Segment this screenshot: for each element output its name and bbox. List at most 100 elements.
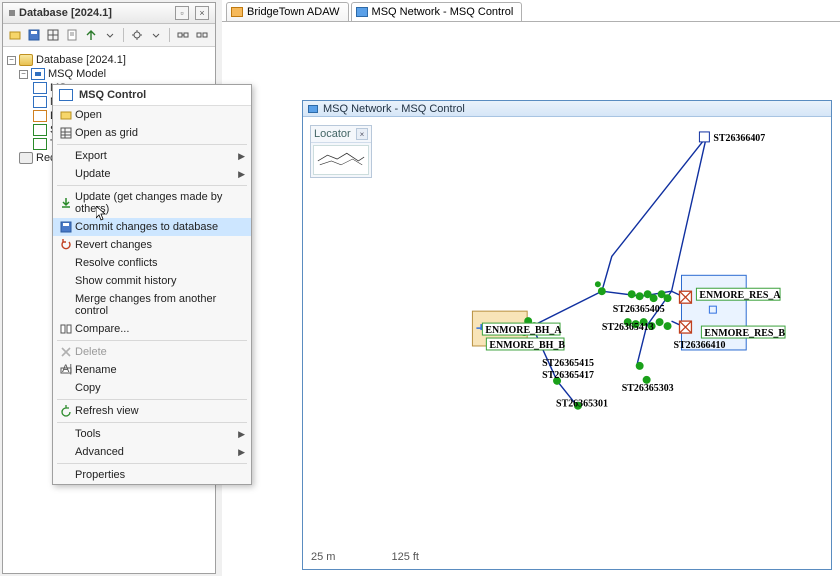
scale-right: 125 ft [391, 551, 419, 563]
tree-label: MSQ Model [48, 68, 106, 80]
item-icon [33, 138, 47, 150]
menu-item-label: Merge changes from another control [75, 293, 235, 317]
node-label: ENMORE_RES_B [704, 328, 785, 339]
menu-item-label: Resolve conflicts [75, 257, 235, 269]
network-icon [33, 82, 47, 94]
toolbar-dropdown2-icon[interactable] [148, 27, 164, 43]
menu-item-label: Rename [75, 364, 235, 376]
scale-bar: 25 m 125 ft [311, 551, 419, 563]
tree-root[interactable]: − Database [2024.1] [7, 53, 211, 67]
menu-item-label: Commit changes to database [75, 221, 235, 233]
compare-icon [57, 323, 75, 335]
menu-separator [57, 144, 247, 145]
toolbar-tools-icon[interactable] [129, 27, 145, 43]
toolbar-save-icon[interactable] [26, 27, 42, 43]
document-icon [356, 7, 368, 17]
menu-item-update[interactable]: Update▶ [53, 165, 251, 183]
menu-item-properties[interactable]: Properties [53, 466, 251, 484]
node-label: ENMORE_BH_A [485, 325, 562, 336]
tree-model[interactable]: − MSQ Model [7, 67, 211, 81]
node-label: ST26365415 [542, 358, 594, 369]
toolbar-separator [169, 28, 170, 42]
menu-item-label: Update (get changes made by others) [75, 191, 235, 215]
panel-toolbar [3, 24, 215, 47]
menu-item-export[interactable]: Export▶ [53, 147, 251, 165]
context-menu-title: MSQ Control [79, 89, 146, 101]
tab-bridgetown[interactable]: BridgeTown ADAW [226, 2, 349, 21]
network-icon [33, 96, 47, 108]
menu-item-advanced[interactable]: Advanced▶ [53, 443, 251, 461]
menu-item-label: Show commit history [75, 275, 235, 287]
menu-item-revert-changes[interactable]: Revert changes [53, 236, 251, 254]
tab-label: MSQ Network - MSQ Control [372, 6, 514, 18]
tree-label: Database [2024.1] [36, 54, 126, 66]
document-tabs: BridgeTown ADAW MSQ Network - MSQ Contro… [222, 0, 840, 22]
toolbar-export-icon[interactable] [83, 27, 99, 43]
window-titlebar[interactable]: MSQ Network - MSQ Control [303, 101, 831, 117]
item-icon [33, 110, 47, 122]
toolbar-dropdown-icon[interactable] [102, 27, 118, 43]
node-label: ST26365413 [602, 322, 654, 333]
pull-icon [57, 197, 75, 209]
collapse-icon[interactable]: − [19, 70, 28, 79]
model-icon [31, 68, 45, 80]
menu-item-label: Open [75, 109, 235, 121]
rename-icon: A| [57, 364, 75, 376]
panel-dock-button[interactable]: ▫ [175, 6, 189, 20]
node-label: ENMORE_RES_A [699, 290, 781, 301]
toolbar-task-icon[interactable] [64, 27, 80, 43]
tab-msq-network[interactable]: MSQ Network - MSQ Control [351, 2, 523, 21]
tab-label: BridgeTown ADAW [247, 6, 340, 18]
menu-item-open[interactable]: Open [53, 106, 251, 124]
menu-item-commit-changes-to-database[interactable]: Commit changes to database [53, 218, 251, 236]
node-label: ST26365303 [622, 383, 674, 394]
reservoir-b[interactable] [680, 321, 692, 333]
node-label: ST26365405 [613, 304, 665, 315]
svg-text:A|: A| [62, 364, 72, 375]
menu-item-label: Tools [75, 428, 235, 440]
window-icon [308, 105, 318, 113]
submenu-arrow-icon: ▶ [235, 169, 245, 180]
menu-item-label: Compare... [75, 323, 235, 335]
menu-item-update-get-changes-made-by-others[interactable]: Update (get changes made by others) [53, 188, 251, 218]
reservoir-a[interactable] [680, 291, 692, 303]
panel-titlebar: Database [2024.1] ▫ × [3, 3, 215, 24]
menu-item-label: Update [75, 168, 235, 180]
collapse-icon[interactable]: − [7, 56, 16, 65]
menu-separator [57, 422, 247, 423]
toolbar-grid-icon[interactable] [45, 27, 61, 43]
toolbar-link-icon[interactable] [175, 27, 191, 43]
menu-item-label: Open as grid [75, 127, 235, 139]
toolbar-open-icon[interactable] [7, 27, 23, 43]
panel-title: Database [2024.1] [19, 7, 169, 19]
menu-item-merge-changes-from-another-control[interactable]: Merge changes from another control [53, 290, 251, 320]
network-canvas[interactable]: ST26366407 ENMORE_RES_A ENMORE_RES_B ST2… [303, 117, 831, 569]
node-label: ST26365301 [556, 399, 608, 410]
panel-close-button[interactable]: × [195, 6, 209, 20]
menu-item-label: Properties [75, 469, 235, 481]
context-menu: MSQ Control OpenOpen as gridExport▶Updat… [52, 84, 252, 485]
grid-icon [57, 127, 75, 139]
menu-item-resolve-conflicts[interactable]: Resolve conflicts [53, 254, 251, 272]
pipe-label: ST26366407 [713, 133, 765, 144]
menu-item-tools[interactable]: Tools▶ [53, 425, 251, 443]
document-icon [231, 7, 243, 17]
menu-item-label: Refresh view [75, 405, 235, 417]
menu-item-copy[interactable]: Copy [53, 379, 251, 397]
submenu-arrow-icon: ▶ [235, 429, 245, 440]
refresh-icon [57, 405, 75, 417]
item-icon [33, 124, 47, 136]
menu-separator [57, 185, 247, 186]
menu-separator [57, 399, 247, 400]
toolbar-separator [123, 28, 124, 42]
scale-left: 25 m [311, 551, 335, 563]
context-menu-header: MSQ Control [53, 85, 251, 106]
toolbar-unlink-icon[interactable] [194, 27, 210, 43]
menu-item-rename[interactable]: A|Rename [53, 361, 251, 379]
menu-item-show-commit-history[interactable]: Show commit history [53, 272, 251, 290]
menu-item-compare[interactable]: Compare... [53, 320, 251, 338]
menu-item-refresh-view[interactable]: Refresh view [53, 402, 251, 420]
recycle-bin-icon [19, 152, 33, 164]
canvas-area: MSQ Network - MSQ Control Locator × [222, 22, 840, 576]
menu-item-open-as-grid[interactable]: Open as grid [53, 124, 251, 142]
